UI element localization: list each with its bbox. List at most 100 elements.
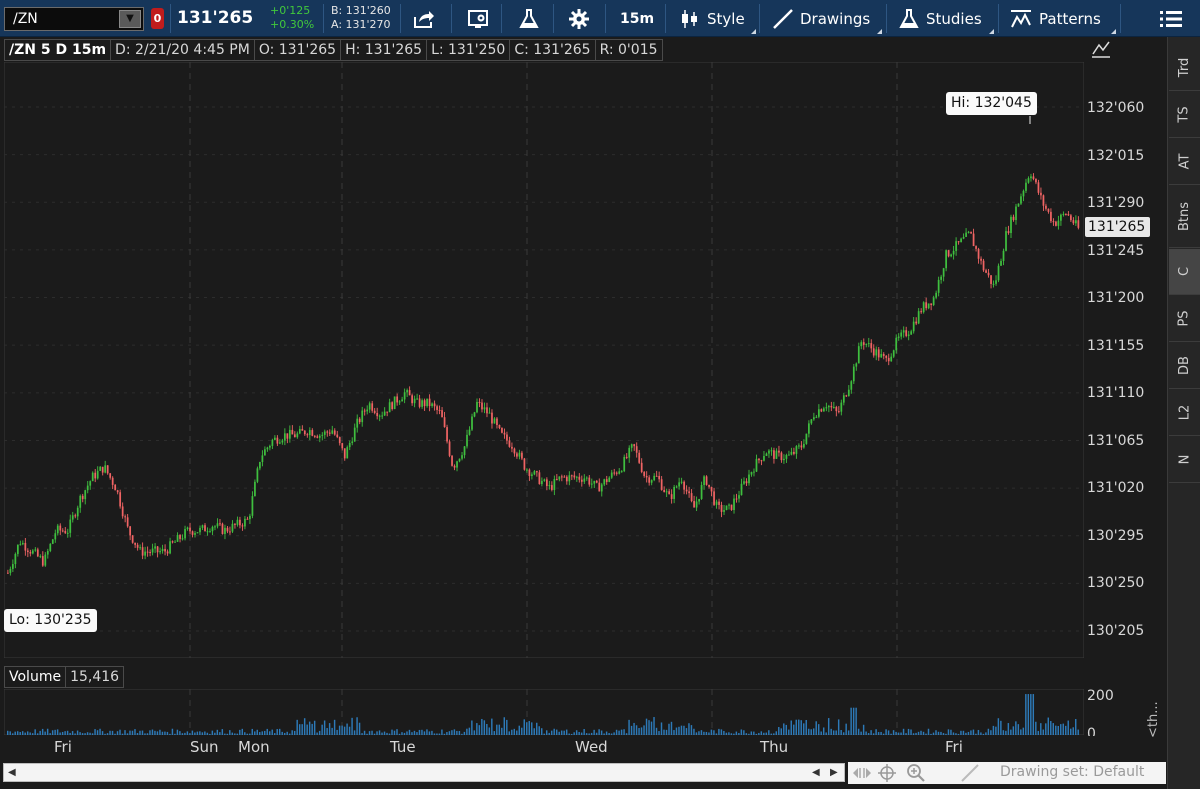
zoom-icon[interactable]: [906, 763, 926, 783]
tab-n[interactable]: N: [1169, 437, 1200, 483]
volume-bar: [668, 723, 670, 735]
volume-bar: [216, 729, 219, 735]
expand-chart-icon[interactable]: [1090, 40, 1112, 60]
candle-up: [426, 398, 428, 407]
volume-bar: [393, 730, 396, 735]
candle-down: [990, 275, 992, 284]
candle-up: [54, 533, 57, 540]
crosshair-icon[interactable]: [878, 764, 896, 782]
volume-bar: [1000, 720, 1002, 735]
tab-l2[interactable]: L2: [1169, 390, 1200, 436]
settings-button[interactable]: [568, 0, 590, 37]
candle-up: [575, 476, 578, 478]
volume-bar: [840, 730, 842, 735]
candle-down: [111, 477, 114, 485]
volume-bar: [723, 730, 725, 735]
candle-down: [438, 409, 441, 411]
drawings-menu[interactable]: Drawings: [772, 0, 882, 37]
candle-down: [164, 548, 166, 552]
price-tick: 131'020: [1087, 480, 1145, 496]
volume-bar: [358, 722, 361, 735]
candle-up: [49, 543, 52, 551]
candle-down: [423, 400, 426, 407]
volume-bar: [139, 730, 141, 735]
volume-bar: [975, 733, 977, 735]
candle-down: [7, 572, 9, 574]
horizontal-scrollbar[interactable]: ◀ ◀ ▶: [3, 763, 845, 782]
scroll-left-icon[interactable]: ◀: [8, 767, 16, 778]
volume-bar: [79, 732, 81, 735]
volume-bar: [945, 733, 947, 735]
alert-badge[interactable]: 0: [151, 8, 164, 29]
candle-up: [393, 396, 396, 410]
share-button[interactable]: [412, 0, 436, 37]
volume-bar: [890, 733, 892, 735]
flask-button[interactable]: [518, 0, 540, 37]
volume-bar: [466, 728, 468, 735]
candle-down: [970, 231, 972, 234]
candle-up: [353, 427, 356, 442]
candle-up: [533, 471, 536, 475]
candle-down: [64, 530, 67, 534]
tab-ts-label: TS: [1176, 106, 1192, 123]
volume-bar: [613, 732, 615, 735]
symbol-dropdown-icon[interactable]: ▼: [119, 10, 141, 28]
candle-up: [608, 477, 611, 482]
tab-btns[interactable]: Btns: [1169, 186, 1200, 248]
volume-bar: [521, 727, 523, 735]
tab-ps[interactable]: PS: [1169, 296, 1200, 342]
volume-bar: [728, 732, 730, 735]
timeframe-button[interactable]: 15m: [620, 0, 654, 37]
candle-down: [149, 552, 151, 554]
candle-up: [815, 416, 818, 418]
candle-down: [977, 248, 980, 259]
line-tool-icon[interactable]: [960, 764, 980, 782]
price-chart[interactable]: [4, 62, 1084, 658]
studies-menu[interactable]: Studies: [898, 0, 994, 37]
volume-label[interactable]: Volume: [4, 666, 67, 688]
candle-down: [1037, 182, 1040, 193]
volume-bar: [403, 732, 406, 735]
volume-bar: [413, 730, 416, 735]
style-menu[interactable]: Style: [680, 0, 756, 37]
candle-up: [518, 452, 521, 457]
candle-up: [34, 549, 37, 551]
volume-bar: [498, 724, 501, 735]
scroll-right-icon[interactable]: ▶: [830, 767, 838, 778]
candle-up: [398, 401, 401, 403]
dropdown-corner-icon: [751, 29, 756, 34]
candle-down: [778, 450, 780, 453]
volume-chart[interactable]: [4, 689, 1084, 735]
volume-bar: [545, 730, 548, 735]
chart-settings-button[interactable]: [467, 0, 491, 37]
volume-bar: [783, 723, 785, 735]
candle-up: [104, 465, 107, 473]
tab-at[interactable]: AT: [1169, 139, 1200, 185]
volume-bar: [720, 729, 723, 735]
tab-trd[interactable]: Trd: [1169, 45, 1200, 91]
pan-arrows-icon[interactable]: [852, 765, 872, 781]
tab-db[interactable]: DB: [1169, 343, 1200, 389]
drawing-set-label[interactable]: Drawing set: Default: [1000, 764, 1144, 780]
volume-bar: [718, 728, 720, 735]
volume-bar: [635, 725, 638, 735]
volume-bar: [925, 733, 927, 735]
candle-down: [1040, 192, 1042, 196]
candle-style-icon: [682, 9, 697, 28]
symbol-selector[interactable]: /ZN ▼: [4, 7, 144, 31]
volume-bar: [436, 733, 438, 735]
candle-down: [1052, 221, 1055, 223]
scroll-left-end-icon[interactable]: ◀: [812, 767, 820, 778]
candle-down: [306, 434, 309, 436]
volume-bar: [536, 722, 538, 735]
candle-up: [473, 412, 476, 417]
volume-bar: [865, 731, 867, 735]
patterns-menu[interactable]: Patterns: [1010, 0, 1116, 37]
tab-c[interactable]: C: [1169, 249, 1200, 295]
menu-button[interactable]: [1160, 0, 1182, 37]
candle-down: [428, 398, 431, 407]
tab-ts[interactable]: TS: [1169, 92, 1200, 138]
volume-bar: [244, 732, 246, 735]
volume-bar: [388, 733, 391, 735]
header-instrument[interactable]: /ZN 5 D 15m: [4, 39, 112, 61]
